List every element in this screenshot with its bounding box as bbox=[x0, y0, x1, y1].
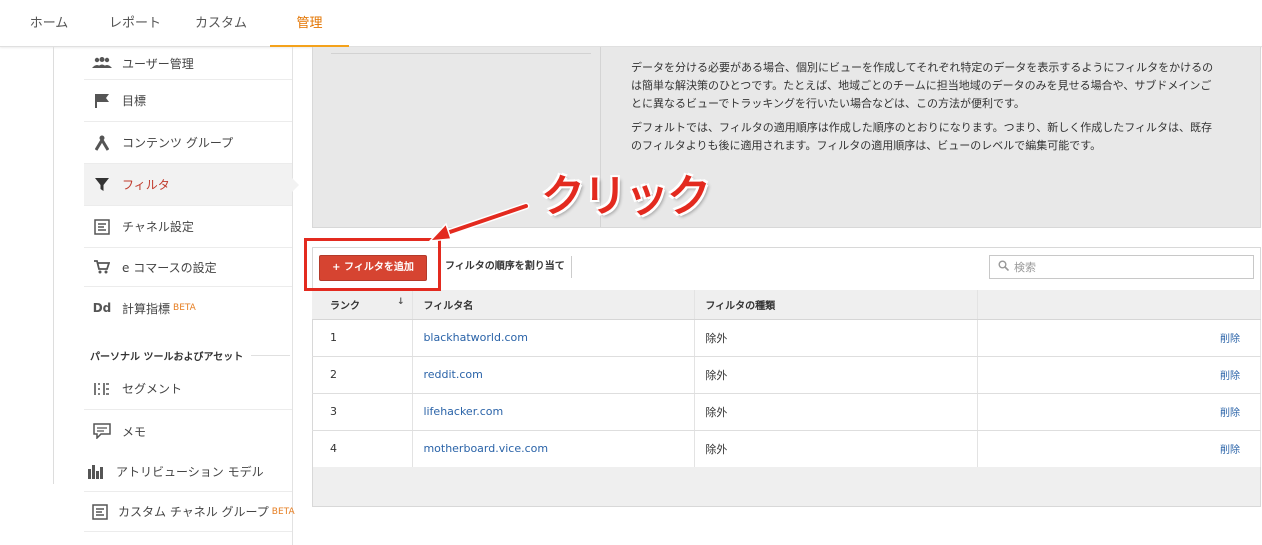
tab-reports[interactable]: レポート bbox=[100, 0, 170, 47]
delete-link[interactable]: 削除 bbox=[977, 319, 1261, 357]
info-paragraph-2: デフォルトでは、フィルタの適用順序は作成した順序のとおりになります。つまり、新し… bbox=[631, 121, 1213, 152]
tab-admin[interactable]: 管理 bbox=[270, 0, 349, 47]
table-footer bbox=[312, 467, 1261, 507]
sidebar-item-label: セグメント bbox=[122, 382, 183, 396]
sidebar-item-calculated-metrics[interactable]: Dd 計算指標 BETA bbox=[84, 287, 292, 329]
users-icon bbox=[92, 55, 112, 71]
sidebar-section-title: パーソナル ツールおよびアセット bbox=[90, 348, 290, 363]
filter-type: 除外 bbox=[694, 393, 979, 431]
beta-badge: BETA bbox=[173, 303, 196, 313]
rank-header-label: ランク bbox=[330, 300, 360, 312]
col-action-header bbox=[977, 290, 1261, 320]
sidebar-item-custom-channel-group[interactable]: カスタム チャネル グループ BETA bbox=[84, 492, 295, 532]
sidebar-item-label: コンテンツ グループ bbox=[122, 136, 234, 150]
sidebar-item-label: カスタム チャネル グループ bbox=[118, 505, 269, 519]
section-rule bbox=[251, 355, 290, 356]
sidebar-item-user-management[interactable]: ユーザー管理 bbox=[84, 47, 292, 80]
search-input[interactable] bbox=[1014, 260, 1234, 274]
filter-type: 除外 bbox=[694, 319, 979, 357]
row-rank: 3 bbox=[312, 393, 414, 431]
click-annotation: クリック bbox=[541, 171, 711, 222]
row-rank: 4 bbox=[312, 430, 414, 468]
tab-home[interactable]: ホーム bbox=[14, 0, 84, 47]
filter-name-link[interactable]: reddit.com bbox=[412, 356, 696, 394]
sidebar-item-label: フィルタ bbox=[122, 178, 170, 192]
sidebar-item-label: メモ bbox=[122, 424, 147, 439]
active-caret bbox=[292, 178, 299, 192]
sidebar-item-filters[interactable]: フィルタ bbox=[84, 164, 292, 206]
table-header-row: ランク ↓ フィルタ名 フィルタの種類 bbox=[312, 290, 1261, 320]
highlight-box bbox=[304, 238, 441, 291]
sort-down-icon: ↓ bbox=[396, 296, 405, 307]
delete-link[interactable]: 削除 bbox=[977, 393, 1261, 431]
filter-name-link[interactable]: blackhatworld.com bbox=[412, 319, 696, 357]
sidebar-item-label: チャネル設定 bbox=[122, 220, 194, 234]
top-nav: ホーム レポート カスタム 管理 bbox=[0, 0, 1262, 47]
sidebar-item-channel-settings[interactable]: チャネル設定 bbox=[84, 206, 292, 248]
info-left-rule bbox=[331, 53, 591, 54]
section-title-text: パーソナル ツールおよびアセット bbox=[90, 352, 244, 363]
filter-table: ランク ↓ フィルタ名 フィルタの種類 1 blackhatworld.com … bbox=[312, 290, 1261, 468]
sidebar-divider bbox=[53, 47, 54, 484]
row-rank: 2 bbox=[312, 356, 414, 394]
attribution-icon bbox=[86, 464, 106, 480]
col-rank-header[interactable]: ランク ↓ bbox=[312, 290, 414, 320]
table-row: 2 reddit.com 除外 削除 bbox=[312, 356, 1261, 394]
custom-channel-icon bbox=[92, 503, 108, 520]
info-paragraph-1: データを分ける必要がある場合、個別にビューを作成してそれぞれ特定のデータを表示す… bbox=[631, 61, 1214, 110]
segment-icon bbox=[92, 381, 112, 397]
sidebar-item-segments[interactable]: セグメント bbox=[84, 368, 292, 410]
sidebar-item-label: e コマースの設定 bbox=[122, 260, 217, 275]
sidebar-border bbox=[292, 47, 293, 545]
assign-filter-order-button[interactable]: フィルタの順序を割り当て bbox=[438, 256, 572, 278]
cart-icon bbox=[92, 259, 112, 275]
sidebar-item-ecommerce[interactable]: e コマースの設定 bbox=[84, 248, 292, 287]
col-type-header: フィルタの種類 bbox=[694, 290, 979, 320]
filter-icon bbox=[92, 177, 112, 193]
info-text: データを分ける必要がある場合、個別にビューを作成してそれぞれ特定のデータを表示す… bbox=[631, 59, 1221, 161]
filter-type: 除外 bbox=[694, 356, 979, 394]
sidebar-item-attribution[interactable]: アトリビューション モデル bbox=[84, 452, 292, 492]
filter-name-link[interactable]: motherboard.vice.com bbox=[412, 430, 696, 468]
filter-type: 除外 bbox=[694, 430, 979, 468]
sidebar-item-label: ユーザー管理 bbox=[122, 56, 194, 71]
row-rank: 1 bbox=[312, 319, 414, 357]
content-group-icon bbox=[92, 135, 112, 151]
col-name-header: フィルタ名 bbox=[412, 290, 696, 320]
tab-custom[interactable]: カスタム bbox=[186, 0, 256, 47]
sidebar-item-label: 目標 bbox=[122, 94, 147, 108]
search-icon bbox=[998, 260, 1010, 274]
flag-icon bbox=[92, 93, 112, 109]
delete-link[interactable]: 削除 bbox=[977, 430, 1261, 468]
filter-name-link[interactable]: lifehacker.com bbox=[412, 393, 696, 431]
memo-icon bbox=[92, 423, 112, 439]
sidebar-item-label: アトリビューション モデル bbox=[116, 465, 264, 479]
dd-icon: Dd bbox=[92, 301, 112, 315]
channel-icon bbox=[92, 218, 112, 235]
delete-link[interactable]: 削除 bbox=[977, 356, 1261, 394]
sidebar-item-memo[interactable]: メモ bbox=[84, 410, 292, 452]
table-row: 4 motherboard.vice.com 除外 削除 bbox=[312, 430, 1261, 468]
table-row: 1 blackhatworld.com 除外 削除 bbox=[312, 319, 1261, 357]
beta-badge: BETA bbox=[271, 506, 295, 517]
sidebar-item-content-group[interactable]: コンテンツ グループ bbox=[84, 122, 292, 164]
annotation-arrow bbox=[428, 202, 530, 242]
sidebar-item-label: 計算指標 bbox=[122, 301, 171, 316]
table-row: 3 lifehacker.com 除外 削除 bbox=[312, 393, 1261, 431]
sidebar-item-goals[interactable]: 目標 bbox=[84, 80, 292, 122]
search-box[interactable] bbox=[989, 255, 1254, 279]
